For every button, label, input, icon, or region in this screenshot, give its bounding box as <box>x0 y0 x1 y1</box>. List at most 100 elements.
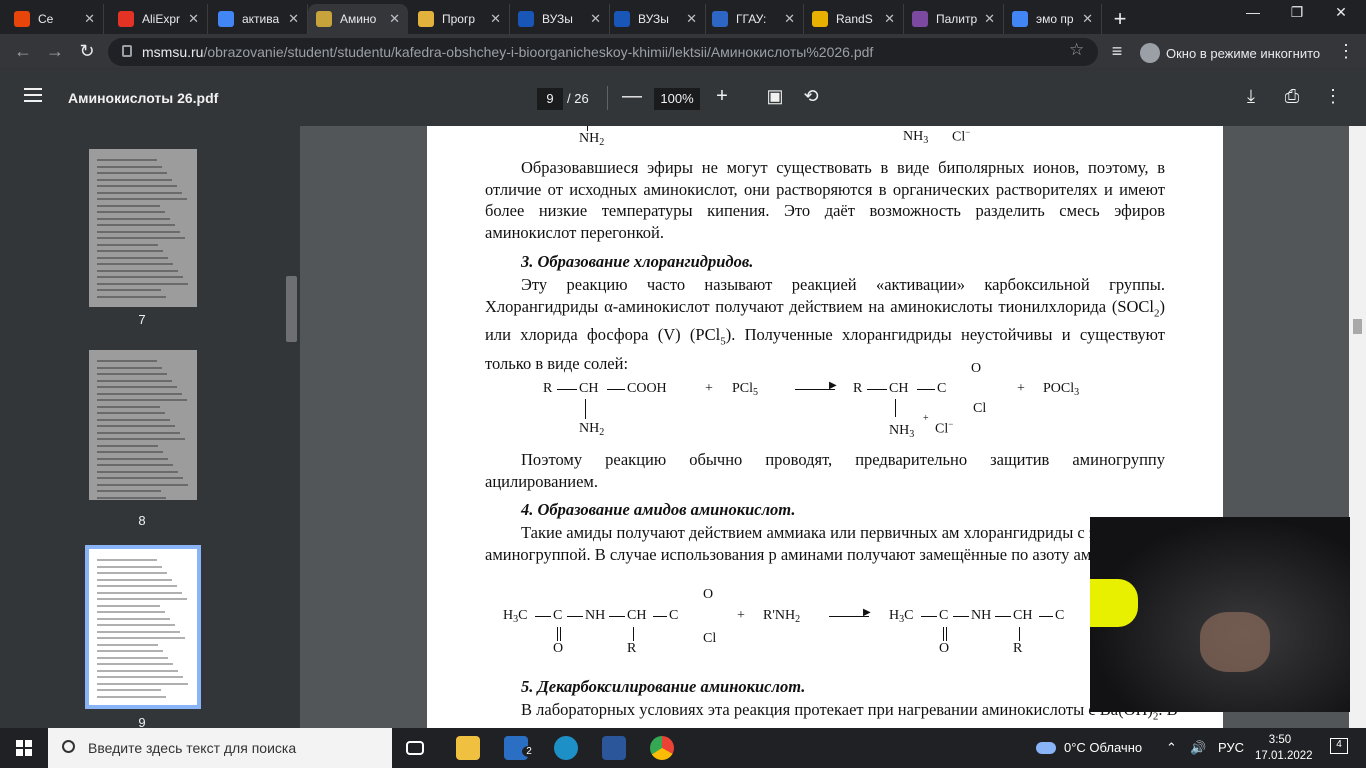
browser-tab[interactable]: ГГАУ: ✕ <box>704 4 804 34</box>
tab-favicon-icon <box>1012 11 1028 27</box>
more-actions-icon[interactable]: ⋮ <box>1322 86 1344 107</box>
tab-close-icon[interactable]: ✕ <box>590 11 601 27</box>
tab-title: ВУЗы <box>638 12 669 26</box>
thumbnail-line <box>97 185 177 187</box>
tab-close-icon[interactable]: ✕ <box>1082 11 1093 27</box>
thumbnail-line <box>97 243 158 246</box>
search-placeholder: Введите здесь текст для поиска <box>88 740 297 756</box>
tab-title: ВУЗы <box>542 12 573 26</box>
tab-close-icon[interactable]: ✕ <box>490 11 501 27</box>
tab-title: ГГАУ: <box>736 12 767 26</box>
forward-button[interactable]: → <box>44 41 66 62</box>
heading-chlorides: 3. Образование хлорангидридов. <box>521 252 754 271</box>
new-tab-button[interactable]: + <box>1108 6 1132 32</box>
chrome-icon[interactable] <box>650 736 674 760</box>
tab-favicon-icon <box>218 11 234 27</box>
page-thumbnail[interactable] <box>89 149 197 307</box>
search-icon <box>62 740 75 753</box>
tab-close-icon[interactable]: ✕ <box>84 11 95 27</box>
reload-button[interactable]: ↻ <box>76 41 98 62</box>
page-thumbnail[interactable] <box>85 545 201 709</box>
thumbnail-line <box>97 263 173 265</box>
clock-time: 3:50 <box>1268 734 1292 746</box>
tab-favicon-icon <box>812 11 828 27</box>
restore-button[interactable]: ❐ <box>1282 4 1312 21</box>
thumbnail-line <box>97 585 177 587</box>
bookmark-star-icon[interactable]: ☆ <box>1069 40 1084 60</box>
browser-tab[interactable]: эмо пр ✕ <box>1004 4 1102 34</box>
document-scrollbar[interactable] <box>1349 126 1366 728</box>
incognito-indicator[interactable]: Окно в режиме инкогнито <box>1140 43 1320 63</box>
speaker-icon[interactable]: 🔊 <box>1190 740 1206 756</box>
windows-start-icon[interactable] <box>16 740 32 756</box>
tab-close-icon[interactable]: ✕ <box>288 11 299 27</box>
tab-favicon-icon <box>14 11 30 27</box>
browser-tab[interactable]: AliExpr ✕ <box>110 4 208 34</box>
zoom-level-input[interactable]: 100% <box>654 88 700 110</box>
minimize-button[interactable]: — <box>1238 4 1268 20</box>
toolbar-divider <box>607 86 608 110</box>
print-icon[interactable]: ⎙ <box>1281 86 1303 107</box>
page-thumbnail[interactable] <box>89 350 197 500</box>
notifications-icon[interactable]: 4 <box>1330 738 1348 754</box>
sidebar-toggle-icon[interactable] <box>24 88 42 102</box>
browser-tab[interactable]: Прогр ✕ <box>410 4 510 34</box>
tab-close-icon[interactable]: ✕ <box>188 11 199 27</box>
thumbnail-line <box>97 689 161 691</box>
reading-list-icon[interactable]: ≡ <box>1106 41 1128 62</box>
word-icon[interactable] <box>602 736 626 760</box>
tab-close-icon[interactable]: ✕ <box>884 11 895 27</box>
weather-text[interactable]: 0°C Облачно <box>1064 740 1142 755</box>
scrollbar-thumb[interactable] <box>1353 319 1362 334</box>
thumbnail-line <box>97 624 175 626</box>
close-window-button[interactable]: ✕ <box>1326 4 1356 21</box>
url-host: msmsu.ru <box>142 44 204 60</box>
task-view-icon[interactable] <box>406 741 424 755</box>
tab-close-icon[interactable]: ✕ <box>984 11 995 27</box>
heading-amides: 4. Образование амидов аминокислот. <box>521 500 796 519</box>
video-yellow-object <box>1090 579 1138 627</box>
tab-favicon-icon <box>614 11 630 27</box>
tab-close-icon[interactable]: ✕ <box>389 11 400 27</box>
fit-page-icon[interactable]: ▣ <box>764 86 786 107</box>
thumbnail-line <box>97 464 173 466</box>
file-explorer-icon[interactable] <box>456 736 480 760</box>
thumbnail-line <box>97 470 178 473</box>
thumbnail-line <box>97 269 178 272</box>
tab-favicon-icon <box>316 11 332 27</box>
back-button[interactable]: ← <box>12 41 34 62</box>
browser-tab[interactable]: ВУЗы ✕ <box>510 4 610 34</box>
tray-chevron-icon[interactable]: ⌃ <box>1166 740 1177 756</box>
download-icon[interactable]: ⤓ <box>1240 86 1262 107</box>
browser-menu-icon[interactable]: ⋮ <box>1337 41 1355 62</box>
browser-tab[interactable]: Се ✕ <box>6 4 104 34</box>
picture-in-picture-video[interactable] <box>1090 517 1350 712</box>
thumbnail-line <box>97 178 172 181</box>
tab-close-icon[interactable]: ✕ <box>784 11 795 27</box>
clock[interactable]: 3:50 17.01.2022 <box>1255 732 1313 764</box>
browser-tab[interactable]: ВУЗы ✕ <box>606 4 706 34</box>
page-number-input[interactable]: 9 <box>537 88 563 110</box>
thumbnail-line <box>97 418 170 421</box>
edge-icon[interactable] <box>554 736 578 760</box>
language-indicator[interactable]: РУС <box>1218 740 1244 755</box>
zoom-out-button[interactable]: — <box>622 85 642 108</box>
browser-tab[interactable]: RandS ✕ <box>804 4 904 34</box>
tab-close-icon[interactable]: ✕ <box>686 11 697 27</box>
browser-tab[interactable]: актива ✕ <box>210 4 308 34</box>
taskbar-search[interactable]: Введите здесь текст для поиска <box>48 728 392 768</box>
sidebar-scrollbar[interactable] <box>286 276 297 342</box>
thumbnail-line <box>97 438 185 440</box>
thumbnail-line <box>97 444 158 447</box>
thumbnail-line <box>97 204 160 207</box>
zoom-in-button[interactable]: + <box>712 85 732 108</box>
address-bar[interactable]: msmsu.ru/obrazovanie/student/studentu/ka… <box>108 38 1098 66</box>
thumbnail-line <box>97 165 162 168</box>
thumbnail-line <box>97 617 170 620</box>
browser-tab[interactable]: Палитр ✕ <box>904 4 1004 34</box>
thumbnail-line <box>97 451 163 453</box>
incognito-icon <box>1140 43 1160 63</box>
rotate-icon[interactable]: ⟲ <box>800 86 822 107</box>
browser-tab[interactable]: Амино ✕ <box>308 4 408 34</box>
thumbnail-line <box>97 159 157 161</box>
